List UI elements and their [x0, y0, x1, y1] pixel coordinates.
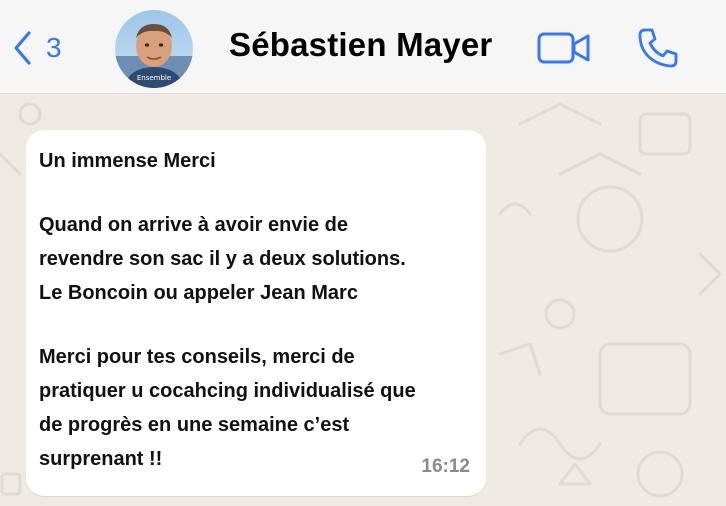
message-line: Merci pour tes conseils, merci de [39, 346, 355, 368]
contact-name[interactable]: Sébastien Mayer [229, 26, 492, 64]
message-line: pratiquer u cocahcing individualisé que [39, 380, 416, 402]
avatar[interactable]: Ensemble [115, 10, 193, 88]
message-time: 16:12 [421, 456, 470, 477]
back-button[interactable]: 3 [12, 28, 62, 68]
message-line: de progrès en une semaine c’est [39, 414, 350, 436]
chat-area[interactable]: Un immense Merci Quand on arrive à avoir … [0, 94, 726, 506]
message-line: Un immense Merci [39, 150, 216, 172]
message-text: Un immense Merci Quand on arrive à avoir … [39, 144, 470, 476]
phone-icon [638, 28, 678, 68]
message-line: revendre son sac il y a deux solutions. [39, 248, 406, 270]
voice-call-button[interactable] [636, 26, 680, 70]
chat-header: 3 Ensemble Sébastien Mayer [0, 0, 726, 94]
avatar-caption: Ensemble [137, 74, 171, 82]
chevron-left-icon [14, 31, 31, 65]
message-line: Le Boncoin ou appeler Jean Marc [39, 282, 358, 304]
message-bubble[interactable]: Un immense Merci Quand on arrive à avoir … [26, 130, 486, 496]
message-line: Quand on arrive à avoir envie de [39, 214, 349, 236]
video-call-button[interactable] [536, 30, 592, 66]
unread-count: 3 [46, 32, 62, 63]
message-line: surprenant !! [39, 448, 163, 470]
avatar-image: Ensemble [115, 10, 193, 88]
video-camera-icon [537, 32, 590, 64]
